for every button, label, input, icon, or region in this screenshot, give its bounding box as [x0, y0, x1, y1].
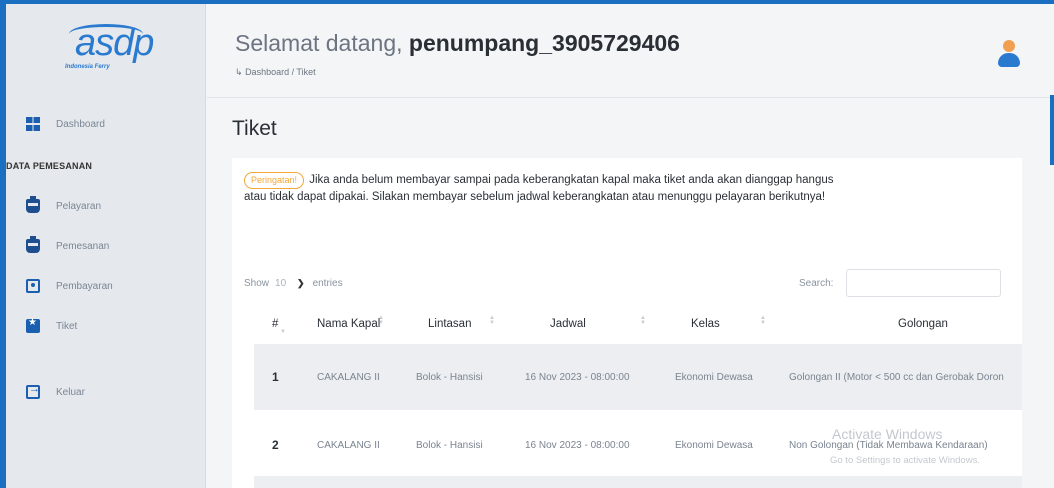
- activate-windows-subtext: Go to Settings to activate Windows.: [830, 455, 980, 466]
- cell-lintasan: Bolok - Hansisi: [416, 372, 483, 383]
- sort-icon[interactable]: ▲ ▼: [378, 315, 384, 326]
- entries-value: 10: [275, 278, 287, 289]
- top-header: Selamat datang, penumpang_3905729406 ↳ D…: [207, 4, 1054, 98]
- section-title-data-pemesanan: DATA PEMESANAN: [6, 161, 93, 171]
- cell-number: 1: [272, 370, 279, 384]
- sidebar-item-pelayaran[interactable]: Pelayaran: [26, 196, 101, 216]
- sidebar-item-label: Pelayaran: [56, 200, 102, 212]
- sidebar-item-keluar[interactable]: Keluar: [26, 382, 85, 402]
- table-row[interactable]: 1 CAKALANG II Bolok - Hansisi 16 Nov 202…: [254, 344, 1022, 410]
- cell-nama-kapal: CAKALANG II: [317, 440, 380, 451]
- ship-icon: [26, 196, 40, 213]
- cell-golongan: Golongan II (Motor < 500 cc dan Gerobak …: [789, 372, 1004, 383]
- sort-icon[interactable]: ▲ ▼: [489, 315, 495, 326]
- cell-kelas: Ekonomi Dewasa: [675, 440, 753, 451]
- show-label: Show: [244, 278, 270, 289]
- sidebar-item-pemesanan[interactable]: Pemesanan: [26, 236, 109, 256]
- sort-icon[interactable]: ▲ ▼: [640, 315, 646, 326]
- scrollbar[interactable]: [1050, 95, 1054, 165]
- breadcrumb: ↳ Dashboard / Tiket: [235, 67, 316, 78]
- entries-select[interactable]: 10 ❯: [275, 278, 305, 289]
- activate-windows-watermark: Activate Windows: [832, 426, 943, 442]
- column-header-nama-kapal[interactable]: Nama Kapal: [317, 318, 380, 330]
- logo-tagline: Indonesia Ferry: [65, 64, 110, 70]
- entries-control: Show 10 ❯ entries: [244, 278, 343, 289]
- ticket-icon: [26, 317, 40, 333]
- cell-lintasan: Bolok - Hansisi: [416, 440, 483, 451]
- logout-icon: [26, 383, 40, 399]
- welcome-heading: Selamat datang, penumpang_3905729406: [235, 30, 680, 57]
- breadcrumb-path[interactable]: Dashboard / Tiket: [245, 67, 316, 77]
- warning-message: Peringatan! Jika anda belum membayar sam…: [244, 172, 844, 206]
- warning-badge: Peringatan!: [244, 172, 305, 189]
- sidebar-item-dashboard[interactable]: Dashboard: [26, 114, 105, 134]
- username: penumpang_3905729406: [408, 30, 680, 56]
- ship-icon: [26, 236, 40, 253]
- asdp-logo[interactable]: asdp Indonesia Ferry: [61, 22, 154, 78]
- user-avatar-icon[interactable]: [997, 40, 1021, 70]
- cell-nama-kapal: CAKALANG II: [317, 372, 380, 383]
- sort-icon[interactable]: ▲ ▼: [760, 315, 766, 326]
- cell-kelas: Ekonomi Dewasa: [675, 372, 753, 383]
- chevron-down-icon: ❯: [297, 278, 305, 288]
- sidebar: asdp Indonesia Ferry Dashboard DATA PEME…: [6, 4, 206, 488]
- sidebar-item-label: Keluar: [56, 386, 85, 398]
- sidebar-item-pembayaran[interactable]: Pembayaran: [26, 276, 113, 296]
- column-header-jadwal[interactable]: Jadwal: [550, 318, 586, 330]
- welcome-prefix: Selamat datang,: [235, 30, 403, 56]
- cell-number: 2: [272, 438, 279, 452]
- page-title: Tiket: [232, 117, 277, 140]
- search-input[interactable]: [846, 269, 1001, 297]
- sidebar-item-tiket[interactable]: Tiket: [26, 316, 77, 336]
- table-row[interactable]: 2 CAKALANG II Bolok - Hansisi 16 Nov 202…: [254, 410, 1022, 476]
- warning-text: Jika anda belum membayar sampai pada keb…: [244, 174, 834, 203]
- entries-label: entries: [312, 278, 343, 289]
- column-header-golongan[interactable]: Golongan: [898, 318, 948, 330]
- cell-jadwal: 16 Nov 2023 - 08:00:00: [525, 440, 630, 451]
- sidebar-item-label: Pembayaran: [56, 280, 113, 292]
- column-header-lintasan[interactable]: Lintasan: [428, 318, 471, 330]
- table-row[interactable]: [254, 476, 1022, 488]
- sidebar-item-label: Dashboard: [56, 118, 105, 130]
- sidebar-item-label: Tiket: [56, 320, 78, 332]
- sort-icon[interactable]: ▼: [280, 329, 286, 340]
- cell-jadwal: 16 Nov 2023 - 08:00:00: [525, 372, 630, 383]
- breadcrumb-arrow-icon: ↳: [235, 67, 243, 77]
- column-header-number[interactable]: #: [272, 318, 278, 330]
- search-label: Search:: [799, 278, 834, 289]
- payment-icon: [26, 279, 40, 293]
- column-header-kelas[interactable]: Kelas: [691, 318, 720, 330]
- logo-word: asdp: [75, 22, 154, 64]
- sidebar-item-label: Pemesanan: [56, 240, 110, 252]
- dashboard-icon: [26, 117, 40, 131]
